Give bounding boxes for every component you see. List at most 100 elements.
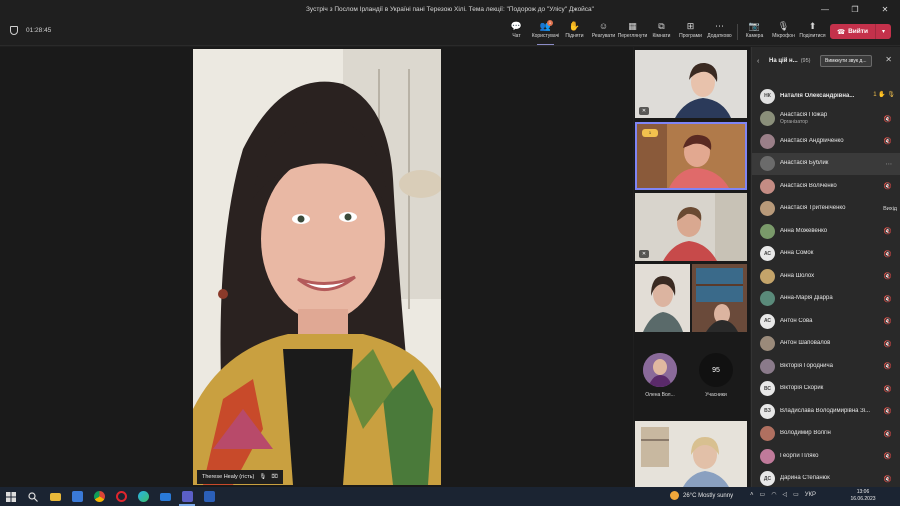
toolbar-raise-hand-button[interactable]: ✋ Підняти xyxy=(560,21,589,45)
start-button[interactable] xyxy=(0,487,22,506)
avatar-tile[interactable]: Олена Вол... xyxy=(643,353,677,398)
close-icon[interactable]: ✕ xyxy=(885,55,892,64)
video-tile-active[interactable]: 1 xyxy=(635,122,747,190)
chat-icon: 💬 xyxy=(510,21,523,31)
participant-row[interactable]: Анастасія Пожар Організатор 🔇 xyxy=(752,108,900,131)
participant-row[interactable]: Анна Можевенко 🔇 xyxy=(752,220,900,243)
participant-name: Анастасія Пожар Організатор xyxy=(780,112,880,126)
participant-row[interactable]: Анастасія Бублик ⋯ xyxy=(752,152,900,175)
mic-off-icon: ✕ xyxy=(639,107,649,115)
participant-row[interactable]: Анна-Марія Діарра 🔇 xyxy=(752,288,900,311)
toolbar-rooms-button[interactable]: ⧉ Кімнати xyxy=(647,21,676,45)
shield-icon xyxy=(10,26,18,35)
share-button[interactable]: ⬆ Поділитися xyxy=(798,21,827,45)
avatar: ВС xyxy=(760,381,775,397)
participant-row[interactable]: Георгій Пляко 🔇 xyxy=(752,445,900,468)
participant-row[interactable]: АС Антон Сова 🔇 xyxy=(752,310,900,333)
video-tile[interactable]: ✕ xyxy=(692,264,747,332)
word-icon[interactable] xyxy=(198,487,220,506)
camera-button[interactable]: 📷 Камера xyxy=(740,21,769,45)
participant-row[interactable]: Анастасія Тритеніченко Вихід xyxy=(752,198,900,221)
participant-name-text: Анна Сомок xyxy=(780,250,814,257)
participant-name: Анастасія Андрійченко xyxy=(780,138,880,145)
toolbar-more-button[interactable]: ⋯ Додатково xyxy=(705,21,734,45)
participant-row[interactable]: Анастасія Андрійченко 🔇 xyxy=(752,130,900,153)
photos-icon[interactable] xyxy=(66,487,88,506)
mic-off-icon: 🔇 xyxy=(883,183,892,190)
microphone-button[interactable]: 🎙 Мікрофон xyxy=(769,21,798,45)
avatar xyxy=(760,223,775,239)
mail-icon[interactable] xyxy=(154,487,176,506)
toolbar-react-button[interactable]: ☺ Реагувати xyxy=(589,21,618,45)
participant-name: Анна-Марія Діарра xyxy=(780,295,880,302)
people-panel-header: ‹ На цій н... (95) Вимкнути звук д... ✕ xyxy=(752,47,900,75)
mute-all-button[interactable]: Вимкнути звук д... xyxy=(820,55,872,67)
network-icon[interactable]: ▭ xyxy=(760,491,766,498)
avatar: ВЗ xyxy=(760,403,775,419)
pin-icon: ⌧ xyxy=(271,474,278,480)
chevron-left-icon[interactable]: ‹ xyxy=(757,58,769,65)
participant-name-text: Володимир Волгін xyxy=(780,430,831,437)
toolbar-label: Підняти xyxy=(565,33,584,39)
language-indicator[interactable]: УКР xyxy=(805,492,816,498)
mic-off-icon: 🎙 xyxy=(259,474,267,480)
opera-icon[interactable] xyxy=(110,487,132,506)
toolbar-label: Камера xyxy=(745,33,764,39)
participant-row[interactable]: Антон Шаповалов 🔇 xyxy=(752,333,900,356)
speaker-name: Therese Healy (гість) xyxy=(202,474,255,480)
edge-icon[interactable] xyxy=(132,487,154,506)
video-tile[interactable]: ✕ xyxy=(635,50,747,118)
leave-button[interactable]: ☎ Вийти ▾ xyxy=(830,24,891,39)
participant-row[interactable]: ВС Вікторія Скорик 🔇 xyxy=(752,378,900,401)
battery-icon[interactable]: ▭ xyxy=(793,491,799,498)
meeting-timer: 01:28:45 xyxy=(10,26,51,35)
chevron-up-icon[interactable]: ˄ xyxy=(750,492,754,498)
minimize-button[interactable]: — xyxy=(810,0,840,18)
participants-count-tile[interactable]: 95 Учасники xyxy=(699,353,733,398)
search-icon[interactable] xyxy=(22,487,44,506)
avatar xyxy=(760,336,775,352)
video-tile[interactable]: ✕ xyxy=(635,193,747,261)
toolbar-chat-button[interactable]: 💬 Чат xyxy=(502,21,531,45)
participant-row[interactable]: Анастасія Воліченко 🔇 xyxy=(752,175,900,198)
participant-name: Дарина Степанюк xyxy=(780,475,880,482)
chevron-down-icon[interactable]: ▾ xyxy=(876,28,891,35)
more-options-icon[interactable]: ⋯ xyxy=(886,160,893,168)
participant-row[interactable]: Володимир Волгін 🔇 xyxy=(752,423,900,446)
mic-off-icon: 🔇 xyxy=(883,363,892,370)
participant-name: Наталія Олександрівна... xyxy=(780,93,880,100)
participant-name: Георгій Пляко xyxy=(780,453,880,460)
mic-off-icon: 🔇 xyxy=(883,430,892,438)
participant-row[interactable]: АС Анна Сомок 🔇 xyxy=(752,243,900,266)
participant-row[interactable]: Анна Шолох 🔇 xyxy=(752,265,900,288)
toolbar-apps-button[interactable]: ⊞ Програми xyxy=(676,21,705,45)
apps-icon: ⊞ xyxy=(686,21,695,31)
wifi-icon[interactable]: ◠ xyxy=(771,491,776,498)
participant-row[interactable]: Вікторія Городнича 🔇 xyxy=(752,355,900,378)
toolbar-people-button[interactable]: 👥 Користувачі 1 xyxy=(531,20,560,45)
avatar: АС xyxy=(760,313,775,329)
toolbar-label: Переглянути xyxy=(617,33,648,39)
mic-off-icon: 🔇 xyxy=(883,340,892,348)
toolbar-label: Користувачі xyxy=(531,33,560,39)
restore-button[interactable]: ❐ xyxy=(840,0,870,18)
participant-row[interactable]: НК Наталія Олександрівна... 1 ✋ 🎙 xyxy=(752,85,900,108)
participant-name: Анна Можевенко xyxy=(780,228,880,235)
video-tile[interactable] xyxy=(635,421,747,487)
close-window-button[interactable]: ✕ xyxy=(870,0,900,18)
clock[interactable]: 13:06 16.06.2023 xyxy=(846,489,880,503)
toolbar-view-button[interactable]: ▦ Переглянути xyxy=(617,21,648,45)
main-speaker-video[interactable]: Therese Healy (гість) 🎙 ⌧ xyxy=(193,49,441,485)
chrome-icon[interactable] xyxy=(88,487,110,506)
file-explorer-icon[interactable] xyxy=(44,487,66,506)
participant-name: Владислава Володимирівна Зі... xyxy=(780,408,880,415)
avatar xyxy=(760,448,775,464)
volume-icon[interactable]: ◁ xyxy=(782,491,787,498)
participant-row[interactable]: ВЗ Владислава Володимирівна Зі... 🔇 xyxy=(752,400,900,423)
video-tile[interactable]: ✕ xyxy=(635,264,690,332)
participant-name-text: Анна Можевенко xyxy=(780,227,828,234)
teams-icon[interactable] xyxy=(176,487,198,506)
speaker-video-frame xyxy=(193,49,441,485)
weather-widget[interactable]: 26°C Mostly sunny xyxy=(670,491,733,500)
mic-off-icon: 🔇 xyxy=(883,385,892,393)
